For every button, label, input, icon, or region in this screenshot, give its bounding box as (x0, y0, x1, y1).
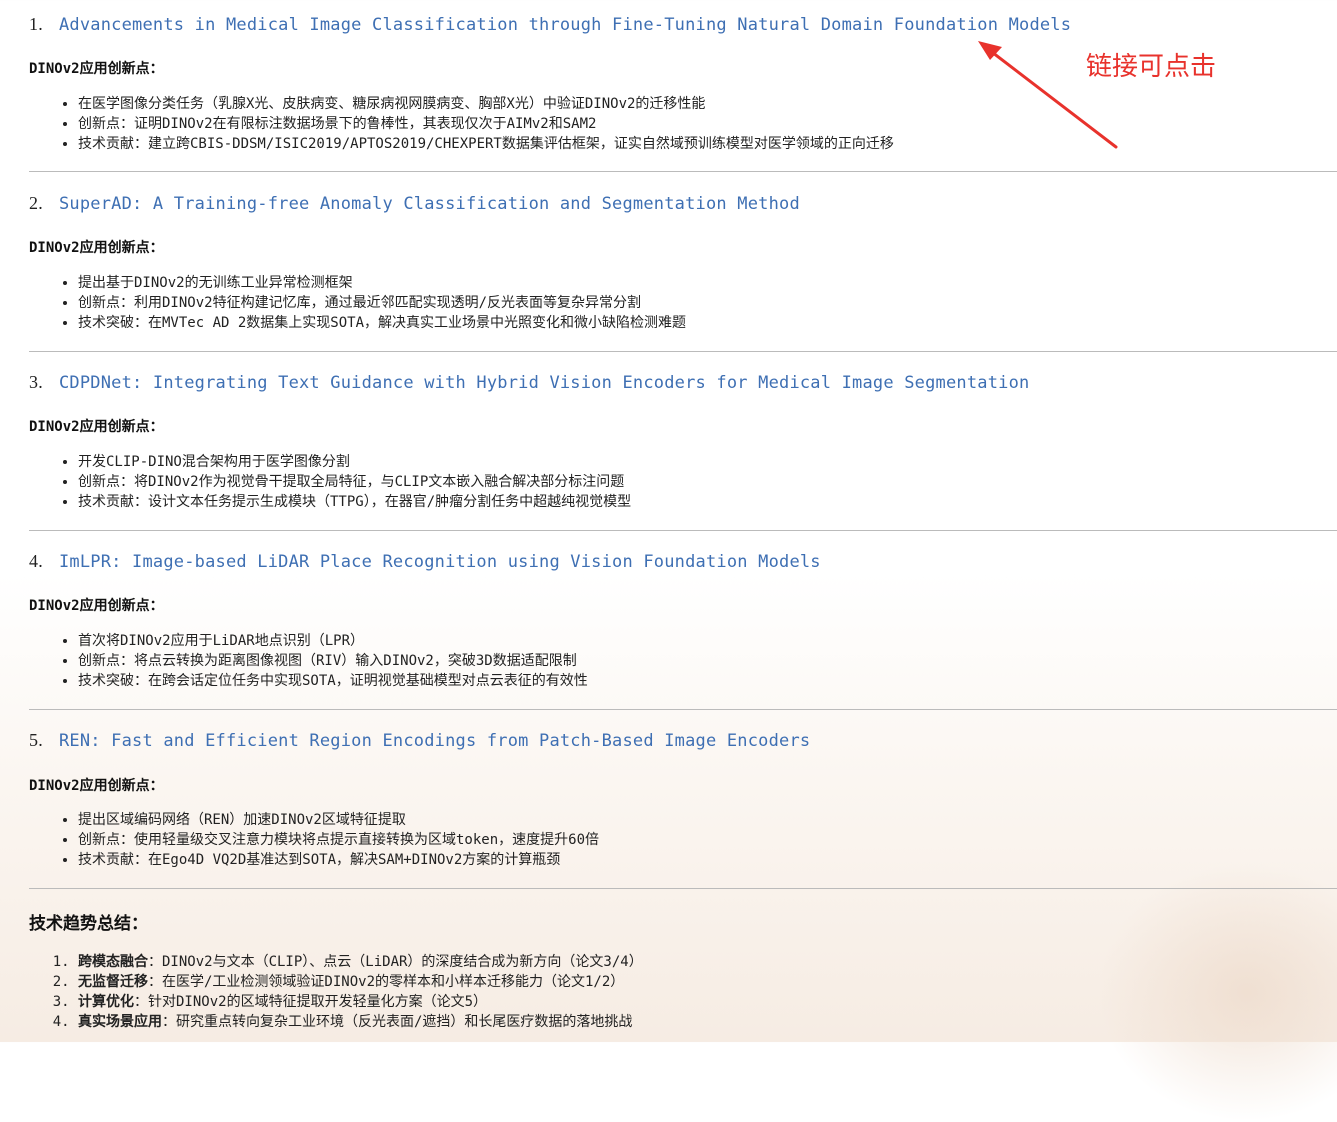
summary-item-label: 真实场景应用 (78, 1014, 162, 1030)
list-item: 创新点：将DINOv2作为视觉骨干提取全局特征，与CLIP文本嵌入融合解决部分标… (78, 472, 631, 492)
paper-points-list: 首次将DINOv2应用于LiDAR地点识别（LPR） 创新点：将点云转换为距离图… (56, 631, 588, 691)
summary-item-label: 跨模态融合 (78, 954, 148, 970)
section-divider (29, 709, 1337, 710)
paper-title-link[interactable]: SuperAD: A Training-free Anomaly Classif… (59, 194, 800, 214)
section-divider (29, 530, 1337, 531)
list-item: 技术突破：在MVTec AD 2数据集上实现SOTA，解决真实工业场景中光照变化… (78, 313, 686, 333)
paper-title-line: 2. SuperAD: A Training-free Anomaly Class… (29, 193, 800, 214)
list-item: 计算优化：针对DINOv2的区域特征提取开发轻量化方案（论文5） (78, 992, 643, 1012)
background-glow (1097, 862, 1337, 1122)
paper-points-list: 提出区域编码网络（REN）加速DINOv2区域特征提取 创新点：使用轻量级交叉注… (56, 810, 599, 870)
summary-item-text: ：针对DINOv2的区域特征提取开发轻量化方案（论文5） (134, 994, 487, 1010)
paper-number: 5. (29, 730, 43, 750)
paper-title-link[interactable]: Advancements in Medical Image Classifica… (59, 15, 1071, 35)
paper-points-list: 提出基于DINOv2的无训练工业异常检测框架 创新点：利用DINOv2特征构建记… (56, 273, 686, 333)
list-item: 技术贡献：在Ego4D VQ2D基准达到SOTA，解决SAM+DINOv2方案的… (78, 850, 599, 870)
paper-title-link[interactable]: ImLPR: Image-based LiDAR Place Recogniti… (59, 552, 821, 572)
paper-title-line: 1. Advancements in Medical Image Classifi… (29, 14, 1071, 35)
paper-subheading: DINOv2应用创新点： (29, 240, 164, 256)
paper-number: 4. (29, 551, 43, 571)
section-divider (29, 888, 1337, 889)
summary-item-label: 计算优化 (78, 994, 134, 1010)
paper-subheading: DINOv2应用创新点： (29, 419, 164, 435)
list-item: 无监督迁移：在医学/工业检测领域验证DINOv2的零样本和小样本迁移能力（论文1… (78, 972, 643, 992)
paper-title-link[interactable]: REN: Fast and Efficient Region Encodings… (59, 731, 810, 751)
section-divider (29, 351, 1337, 352)
summary-item-text: ：DINOv2与文本（CLIP）、点云（LiDAR）的深度结合成为新方向（论文3… (148, 954, 643, 970)
paper-number: 2. (29, 193, 43, 213)
summary-heading: 技术趋势总结： (29, 914, 148, 934)
paper-points-list: 在医学图像分类任务（乳腺X光、皮肤病变、糖尿病视网膜病变、胸部X光）中验证DIN… (56, 94, 894, 154)
list-item: 提出区域编码网络（REN）加速DINOv2区域特征提取 (78, 810, 599, 830)
paper-subheading: DINOv2应用创新点： (29, 61, 164, 77)
paper-title-line: 5. REN: Fast and Efficient Region Encodin… (29, 730, 810, 751)
list-item: 提出基于DINOv2的无训练工业异常检测框架 (78, 273, 686, 293)
paper-number: 3. (29, 372, 43, 392)
section-divider (29, 171, 1337, 172)
list-item: 创新点：利用DINOv2特征构建记忆库，通过最近邻匹配实现透明/反光表面等复杂异… (78, 293, 686, 313)
list-item: 创新点：将点云转换为距离图像视图（RIV）输入DINOv2，突破3D数据适配限制 (78, 651, 588, 671)
summary-item-text: ：在医学/工业检测领域验证DINOv2的零样本和小样本迁移能力（论文1/2） (148, 974, 625, 990)
summary-item-label: 无监督迁移 (78, 974, 148, 990)
paper-title-line: 3. CDPDNet: Integrating Text Guidance wit… (29, 372, 1029, 393)
summary-list: 跨模态融合：DINOv2与文本（CLIP）、点云（LiDAR）的深度结合成为新方… (56, 952, 643, 1032)
list-item: 技术贡献：建立跨CBIS-DDSM/ISIC2019/APTOS2019/CHE… (78, 134, 894, 154)
list-item: 在医学图像分类任务（乳腺X光、皮肤病变、糖尿病视网膜病变、胸部X光）中验证DIN… (78, 94, 894, 114)
summary-item-text: ：研究重点转向复杂工业环境（反光表面/遮挡）和长尾医疗数据的落地挑战 (162, 1014, 633, 1030)
annotation-label: 链接可点击 (1086, 52, 1217, 82)
paper-title-link[interactable]: CDPDNet: Integrating Text Guidance with … (59, 373, 1029, 393)
list-item: 跨模态融合：DINOv2与文本（CLIP）、点云（LiDAR）的深度结合成为新方… (78, 952, 643, 972)
paper-number: 1. (29, 14, 43, 34)
paper-points-list: 开发CLIP-DINO混合架构用于医学图像分割 创新点：将DINOv2作为视觉骨… (56, 452, 631, 512)
list-item: 真实场景应用：研究重点转向复杂工业环境（反光表面/遮挡）和长尾医疗数据的落地挑战 (78, 1012, 643, 1032)
list-item: 技术贡献：设计文本任务提示生成模块（TTPG），在器官/肿瘤分割任务中超越纯视觉… (78, 492, 631, 512)
list-item: 开发CLIP-DINO混合架构用于医学图像分割 (78, 452, 631, 472)
paper-title-line: 4. ImLPR: Image-based LiDAR Place Recogni… (29, 551, 821, 572)
list-item: 创新点：使用轻量级交叉注意力模块将点提示直接转换为区域token，速度提升60倍 (78, 830, 599, 850)
list-item: 技术突破：在跨会话定位任务中实现SOTA，证明视觉基础模型对点云表征的有效性 (78, 671, 588, 691)
paper-subheading: DINOv2应用创新点： (29, 598, 164, 614)
paper-subheading: DINOv2应用创新点： (29, 778, 164, 794)
list-item: 首次将DINOv2应用于LiDAR地点识别（LPR） (78, 631, 588, 651)
list-item: 创新点：证明DINOv2在有限标注数据场景下的鲁棒性，其表现仅次于AIMv2和S… (78, 114, 894, 134)
